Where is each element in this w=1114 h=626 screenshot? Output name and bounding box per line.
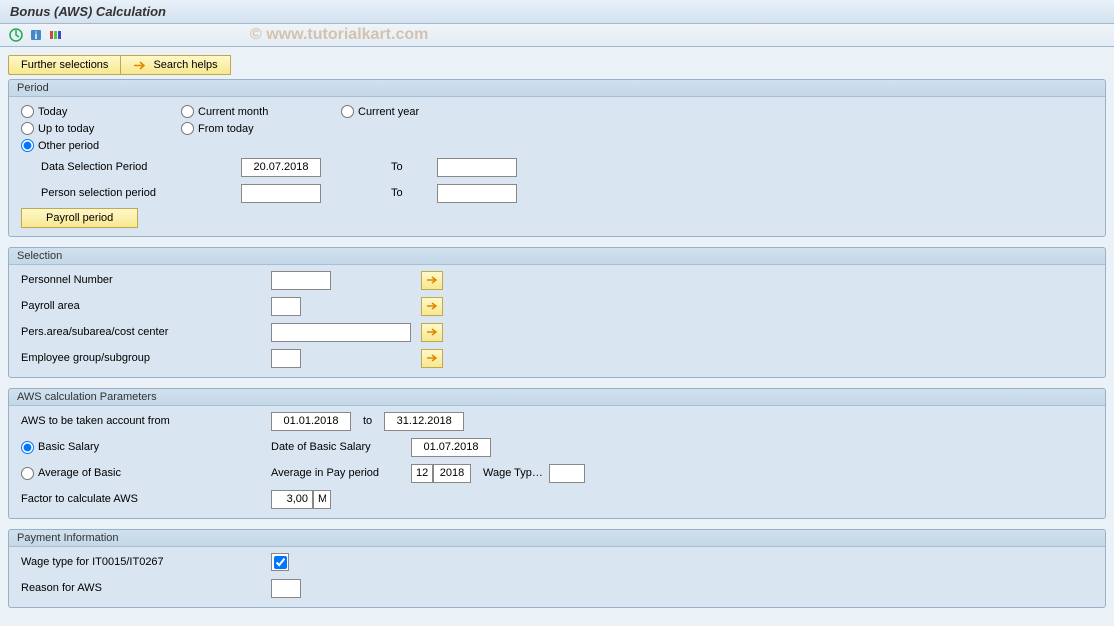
basic-salary-label[interactable]: Basic Salary — [38, 441, 99, 453]
page-title: Bonus (AWS) Calculation — [10, 4, 166, 19]
person-selection-to-input[interactable] — [437, 184, 517, 203]
person-selection-from-input[interactable] — [241, 184, 321, 203]
to-label-1: To — [391, 161, 421, 173]
avg-month-input[interactable] — [411, 464, 433, 483]
data-selection-from-input[interactable] — [241, 158, 321, 177]
basic-salary-radio[interactable] — [21, 441, 34, 454]
toolbar: i © www.tutorialkart.com — [0, 24, 1114, 47]
current-year-label[interactable]: Current year — [358, 106, 419, 118]
payroll-area-input[interactable] — [271, 297, 301, 316]
payroll-period-button[interactable]: Payroll period — [21, 208, 138, 228]
today-label[interactable]: Today — [38, 106, 67, 118]
payroll-area-multi-button[interactable] — [421, 297, 443, 316]
payment-header: Payment Information — [9, 530, 1105, 547]
variant-icon[interactable] — [48, 27, 64, 43]
average-basic-label[interactable]: Average of Basic — [38, 467, 121, 479]
further-selections-label: Further selections — [21, 59, 108, 71]
watermark: © www.tutorialkart.com — [250, 26, 428, 44]
current-month-label[interactable]: Current month — [198, 106, 268, 118]
date-basic-input[interactable] — [411, 438, 491, 457]
personnel-number-input[interactable] — [271, 271, 331, 290]
period-section: Period Today Current month Current year … — [8, 79, 1106, 237]
payroll-period-label: Payroll period — [46, 212, 113, 224]
svg-text:i: i — [35, 31, 38, 42]
aws-header: AWS calculation Parameters — [9, 389, 1105, 406]
app-header: Bonus (AWS) Calculation — [0, 0, 1114, 24]
reason-aws-label: Reason for AWS — [21, 582, 271, 594]
today-radio[interactable] — [21, 105, 34, 118]
wage-type-it-label: Wage type for IT0015/IT0267 — [21, 556, 271, 568]
reason-aws-input[interactable] — [271, 579, 301, 598]
aws-account-label: AWS to be taken account from — [21, 415, 271, 427]
to-label-2: To — [391, 187, 421, 199]
date-basic-label: Date of Basic Salary — [271, 441, 411, 453]
up-to-today-radio[interactable] — [21, 122, 34, 135]
action-buttons: Further selections Search helps — [8, 55, 1106, 75]
data-selection-to-input[interactable] — [437, 158, 517, 177]
data-selection-label: Data Selection Period — [21, 161, 241, 173]
pers-area-multi-button[interactable] — [421, 323, 443, 342]
arrow-right-icon — [133, 60, 147, 71]
aws-to-input[interactable] — [384, 412, 464, 431]
further-selections-button[interactable]: Further selections — [8, 55, 121, 75]
current-year-radio[interactable] — [341, 105, 354, 118]
other-period-label[interactable]: Other period — [38, 140, 99, 152]
content-area: Further selections Search helps Period T… — [0, 47, 1114, 623]
employee-group-multi-button[interactable] — [421, 349, 443, 368]
wage-typ-input[interactable] — [549, 464, 585, 483]
pers-area-input[interactable] — [271, 323, 411, 342]
aws-from-input[interactable] — [271, 412, 351, 431]
current-month-radio[interactable] — [181, 105, 194, 118]
from-today-label[interactable]: From today — [198, 123, 254, 135]
employee-group-input[interactable] — [271, 349, 301, 368]
wage-typ-label: Wage Typ… — [483, 467, 543, 479]
payroll-area-label: Payroll area — [21, 300, 271, 312]
pers-area-label: Pers.area/subarea/cost center — [21, 326, 271, 338]
from-today-radio[interactable] — [181, 122, 194, 135]
person-selection-label: Person selection period — [21, 187, 241, 199]
avg-year-input[interactable] — [433, 464, 471, 483]
average-pay-label: Average in Pay period — [271, 467, 411, 479]
info-icon[interactable]: i — [28, 27, 44, 43]
personnel-number-label: Personnel Number — [21, 274, 271, 286]
search-helps-label: Search helps — [153, 59, 217, 71]
up-to-today-label[interactable]: Up to today — [38, 123, 94, 135]
selection-section: Selection Personnel Number Payroll area … — [8, 247, 1106, 378]
employee-group-label: Employee group/subgroup — [21, 352, 271, 364]
execute-icon[interactable] — [8, 27, 24, 43]
search-helps-button[interactable]: Search helps — [121, 55, 230, 75]
factor-label: Factor to calculate AWS — [21, 493, 271, 505]
aws-section: AWS calculation Parameters AWS to be tak… — [8, 388, 1106, 519]
period-header: Period — [9, 80, 1105, 97]
payment-section: Payment Information Wage type for IT0015… — [8, 529, 1106, 608]
selection-header: Selection — [9, 248, 1105, 265]
average-basic-radio[interactable] — [21, 467, 34, 480]
other-period-radio[interactable] — [21, 139, 34, 152]
personnel-number-multi-button[interactable] — [421, 271, 443, 290]
factor-unit-input[interactable] — [313, 490, 331, 509]
factor-input[interactable] — [271, 490, 313, 509]
aws-to-label: to — [363, 415, 372, 427]
wage-type-it-checkbox[interactable] — [274, 556, 287, 569]
